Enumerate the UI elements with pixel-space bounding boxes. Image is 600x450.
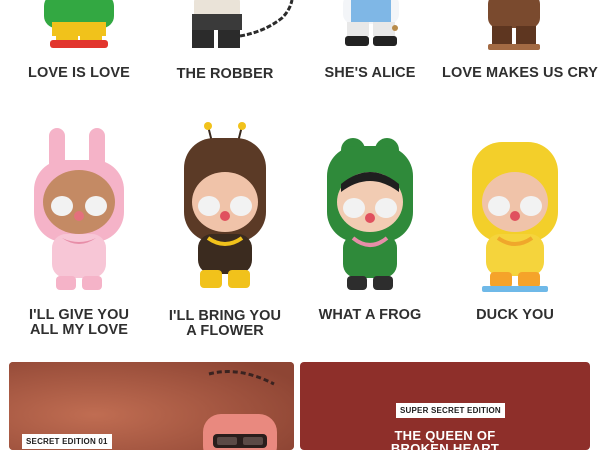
super-secret-badge: SUPER SECRET EDITION (396, 403, 505, 418)
figure-name: LOVE MAKES US CRY (442, 65, 598, 81)
figure-image (442, 120, 588, 300)
figure-image (297, 0, 443, 56)
secret-edition-panel-01[interactable]: SECRET EDITION 01 (9, 362, 294, 450)
figure-image (6, 120, 152, 300)
figure-image (6, 0, 152, 56)
figure-image (442, 0, 588, 56)
figure-image (152, 0, 298, 56)
figure-name-line2: A FLOWER (186, 323, 264, 339)
figure-name: DUCK YOU (476, 307, 554, 323)
figure-image (152, 120, 298, 300)
secret-edition-badge: SECRET EDITION 01 (22, 434, 112, 449)
secret-figure-title-line2: BROKEN HEART (390, 441, 500, 450)
super-secret-edition-panel[interactable]: SUPER SECRET EDITION THE QUEEN OF BROKEN… (300, 362, 590, 450)
figure-name: WHAT A FROG (318, 307, 422, 323)
figure-name: THE ROBBER (176, 66, 274, 82)
figure-image (297, 120, 443, 300)
figure-name-line2: ALL MY LOVE (29, 322, 129, 338)
figure-name-line1: I'LL GIVE YOU (28, 307, 130, 323)
figure-name: SHE'S ALICE (324, 65, 416, 81)
figure-name-line1: I'LL BRING YOU (168, 308, 282, 324)
figure-name: LOVE IS LOVE (28, 65, 130, 81)
